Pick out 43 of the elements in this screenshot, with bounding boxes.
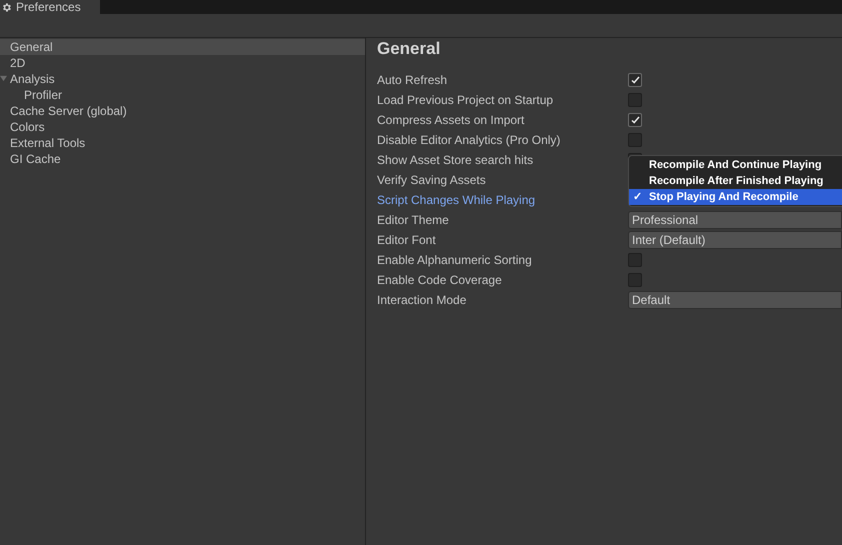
- checkbox[interactable]: [628, 93, 642, 107]
- check-icon: [630, 116, 640, 124]
- checkbox[interactable]: [628, 113, 642, 127]
- gear-icon: [1, 2, 12, 12]
- checkbox[interactable]: [628, 253, 642, 267]
- dropdown-field[interactable]: Professional: [628, 211, 842, 229]
- setting-label: Editor Theme: [377, 212, 450, 229]
- sidebar-item[interactable]: 2D: [0, 55, 365, 71]
- sidebar-item[interactable]: General: [0, 39, 365, 55]
- panel-title: General: [377, 38, 442, 60]
- window-tab[interactable]: Preferences: [0, 0, 100, 14]
- sidebar-item[interactable]: Cache Server (global): [0, 103, 365, 119]
- setting-label: Show Asset Store search hits: [377, 152, 534, 169]
- setting-label: Enable Code Coverage: [377, 272, 503, 289]
- setting-label: Disable Editor Analytics (Pro Only): [377, 132, 562, 149]
- dropdown-field[interactable]: Default: [628, 291, 842, 309]
- menu-item[interactable]: Recompile After Finished Playing: [629, 173, 842, 189]
- menu-item-label: Recompile After Finished Playing: [649, 174, 824, 189]
- setting-label: Load Previous Project on Startup: [377, 92, 554, 109]
- setting-label: Verify Saving Assets: [377, 172, 487, 189]
- setting-label: Enable Alphanumeric Sorting: [377, 252, 533, 269]
- caret-icon[interactable]: [0, 75, 7, 82]
- window-title: Preferences: [16, 0, 81, 14]
- setting-label: Interaction Mode: [377, 292, 468, 309]
- setting-label: Editor Font: [377, 232, 437, 249]
- sidebar-item[interactable]: Colors: [0, 119, 365, 135]
- menu-item[interactable]: Recompile And Continue Playing: [629, 157, 842, 173]
- setting-label: Compress Assets on Import: [377, 112, 526, 129]
- dropdown-field[interactable]: Inter (Default): [628, 231, 842, 249]
- checkbox[interactable]: [628, 133, 642, 147]
- sidebar-item[interactable]: GI Cache: [0, 151, 365, 167]
- sidebar-item[interactable]: Analysis: [0, 71, 365, 87]
- menu-item-label: Stop Playing And Recompile: [649, 190, 798, 205]
- check-icon: [630, 76, 640, 84]
- menu-item[interactable]: ✓ Stop Playing And Recompile: [629, 189, 842, 205]
- setting-label: Auto Refresh: [377, 72, 448, 89]
- check-mark: ✓: [633, 190, 642, 203]
- checkbox[interactable]: [628, 273, 642, 287]
- sidebar-item[interactable]: Profiler: [0, 87, 365, 103]
- checkbox[interactable]: [628, 73, 642, 87]
- sidebar-item[interactable]: External Tools: [0, 135, 365, 151]
- menu-item-label: Recompile And Continue Playing: [649, 158, 822, 173]
- setting-label: Script Changes While Playing: [377, 192, 536, 209]
